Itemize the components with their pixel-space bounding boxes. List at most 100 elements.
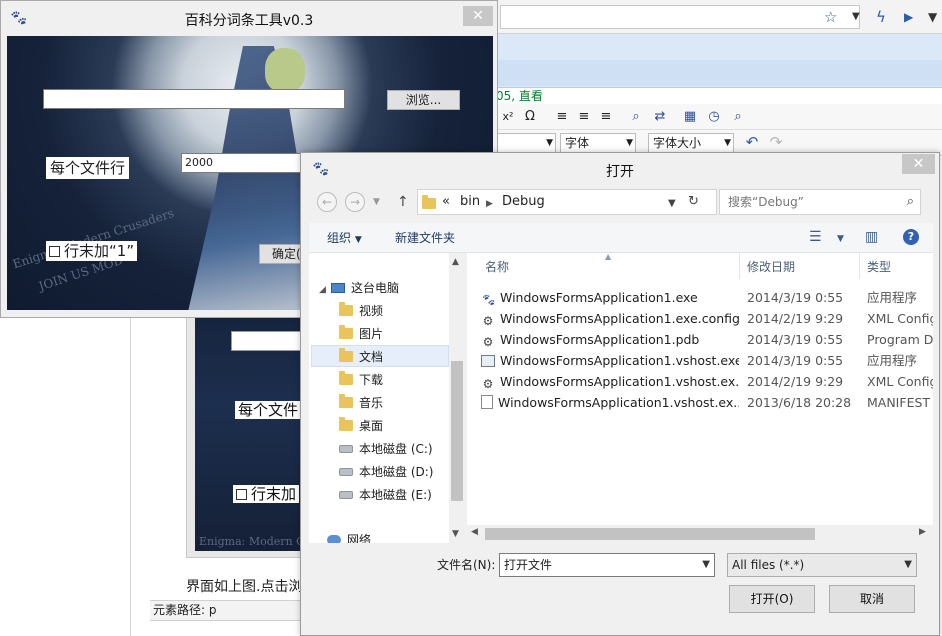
align-left-icon[interactable]: ≡ [552, 108, 572, 126]
chevron-down-icon[interactable]: ▼ [852, 8, 860, 26]
chevron-down-icon[interactable]: ▼ [702, 554, 710, 576]
help-icon[interactable]: ? [903, 229, 919, 245]
editor-link-text[interactable]: 05, 直看 [496, 87, 543, 104]
breadcrumb-overflow[interactable]: « [442, 194, 450, 210]
file-row[interactable]: ⚙ WindowsFormsApplication1.vshost.ex... 2… [481, 372, 933, 392]
address-bar[interactable] [500, 5, 860, 29]
calendar-icon[interactable]: ▦ [680, 108, 700, 126]
folder-icon [339, 371, 353, 385]
file-row[interactable]: ⚙ WindowsFormsApplication1.pdb 2014/3/19 … [481, 330, 933, 350]
column-header-type[interactable]: 类型 [867, 259, 891, 275]
nav-item-pictures[interactable]: 图片 [339, 323, 383, 345]
scroll-down-icon[interactable]: ▼ [452, 529, 459, 539]
app-title: 百科分词条工具v0.3 [184, 13, 314, 29]
address-breadcrumb[interactable]: « bin ▶ Debug ▼ ↻ [417, 189, 717, 215]
file-row[interactable]: ⚙ WindowsFormsApplication1.exe.config 201… [481, 309, 933, 329]
embedded-screenshot-image: 每个文件 行末加 Enigma: Modern Crusaders [195, 307, 305, 551]
file-date: 2014/3/19 0:55 [747, 290, 844, 305]
scroll-thumb[interactable] [485, 528, 815, 540]
nav-item-this-pc[interactable]: ◢ 这台电脑 [319, 277, 399, 299]
replace-icon[interactable]: ⇄ [650, 108, 670, 126]
preview-icon[interactable]: ⌕ [728, 108, 748, 126]
browse-button[interactable]: 浏览... [387, 90, 460, 110]
breadcrumb-bin[interactable]: bin [460, 194, 480, 210]
nav-item-network[interactable]: 网络 [327, 529, 371, 543]
forward-arrow-icon[interactable]: → [345, 192, 365, 212]
path-input[interactable] [43, 89, 345, 109]
nav-item-videos[interactable]: 视频 [339, 300, 383, 322]
line-suffix-checkbox[interactable]: 行末加“1” [46, 241, 138, 261]
recent-chevron-icon[interactable]: ▼ [373, 193, 380, 211]
file-name-cell: 🐾︎ WindowsFormsApplication1.exe [481, 288, 739, 308]
checkbox-box[interactable] [49, 246, 60, 257]
superscript-icon[interactable]: x² [498, 108, 518, 126]
open-button[interactable]: 打开(O) [729, 585, 815, 613]
clock-icon[interactable]: ◷ [704, 108, 724, 126]
folder-icon [339, 417, 353, 431]
view-options-icon[interactable]: ☰ [809, 229, 822, 245]
star-icon[interactable]: ☆ [824, 8, 837, 26]
omega-icon[interactable]: Ω [520, 108, 540, 126]
redo-icon[interactable]: ↷ [766, 133, 786, 151]
chevron-down-icon[interactable]: ▼ [928, 8, 937, 26]
new-folder-button[interactable]: 新建文件夹 [395, 230, 455, 246]
column-header-date[interactable]: 修改日期 [747, 259, 795, 275]
navigation-scrollbar[interactable]: ▲ ▼ [449, 253, 465, 543]
file-type: 应用程序 [867, 290, 918, 305]
chevron-down-icon[interactable]: ▼ [668, 196, 676, 212]
play-icon[interactable]: ▶ [904, 8, 913, 26]
scroll-thumb[interactable] [451, 361, 463, 501]
lines-per-file-input[interactable]: 2000 [181, 153, 301, 173]
nav-item-drive-e[interactable]: 本地磁盘 (E:) [339, 484, 432, 506]
file-type: XML Config [867, 374, 933, 389]
chevron-down-icon[interactable]: ▼ [837, 231, 844, 247]
nav-item-label: 图片 [359, 327, 384, 341]
folder-icon-shape [422, 195, 436, 209]
align-center-icon[interactable]: ≡ [574, 108, 594, 126]
file-row[interactable]: WindowsFormsApplication1.vshost.exe 2014… [481, 351, 933, 371]
paragraph-select[interactable]: ▼ [496, 133, 556, 153]
nav-item-drive-d[interactable]: 本地磁盘 (D:) [339, 461, 433, 483]
breadcrumb-debug[interactable]: Debug [502, 194, 545, 210]
nav-item-drive-c[interactable]: 本地磁盘 (C:) [339, 438, 433, 460]
find-icon[interactable]: ⌕ [626, 108, 646, 126]
scroll-right-icon[interactable]: ▶ [919, 527, 926, 537]
scroll-left-icon[interactable]: ◀ [471, 527, 478, 537]
up-arrow-icon[interactable]: ↑ [397, 193, 409, 211]
sort-ascending-icon: ▲ [605, 253, 612, 261]
scroll-up-icon[interactable]: ▲ [452, 257, 459, 267]
preview-pane-icon[interactable]: ▥ [865, 229, 878, 245]
nav-item-desktop[interactable]: 桌面 [339, 415, 383, 437]
app-close-button[interactable]: ✕ [463, 6, 493, 26]
font-size-select[interactable]: 字体大小 ▼ [648, 133, 734, 153]
align-right-icon[interactable]: ≡ [596, 108, 616, 126]
filename-value: 打开文件 [504, 558, 553, 572]
file-type: Program De [867, 332, 933, 347]
column-separator[interactable] [739, 253, 740, 279]
chevron-down-icon: ▼ [546, 138, 553, 148]
organize-menu[interactable]: 组织 ▼ [327, 230, 362, 248]
nav-item-documents[interactable]: 文档 [311, 345, 449, 367]
font-family-select[interactable]: 字体 ▼ [560, 133, 636, 153]
cancel-button[interactable]: 取消 [829, 585, 915, 613]
search-icon: ⌕ [906, 194, 914, 209]
dialog-close-button[interactable]: ✕ [902, 154, 935, 174]
horizontal-scrollbar[interactable]: ◀ ▶ [467, 525, 933, 543]
navigation-pane: ◢ 这台电脑 视频 图片 文档 下载 音乐 桌面 本地磁盘 (C:) 本地磁盘 (… [309, 253, 465, 543]
file-name: WindowsFormsApplication1.pdb [500, 332, 700, 347]
file-row[interactable]: 🐾︎ WindowsFormsApplication1.exe 2014/3/19… [481, 288, 933, 308]
file-type-filter[interactable]: All files (*.*) ▼ [727, 553, 917, 577]
font-family-value: 字体 [565, 136, 590, 150]
file-row[interactable]: WindowsFormsApplication1.vshost.ex... 20… [481, 393, 933, 413]
column-separator[interactable] [859, 253, 860, 279]
filename-input[interactable]: 打开文件 ▼ [499, 553, 715, 577]
undo-icon[interactable]: ↶ [742, 133, 762, 151]
search-input[interactable]: 搜索“Debug” ⌕ [719, 189, 921, 215]
back-arrow-icon[interactable]: ← [317, 192, 337, 212]
lightning-icon[interactable]: ϟ [876, 8, 886, 26]
column-header-name[interactable]: 名称 [485, 259, 509, 275]
nav-item-downloads[interactable]: 下载 [339, 369, 383, 391]
tree-expand-icon[interactable]: ◢ [319, 279, 331, 301]
refresh-icon[interactable]: ↻ [688, 194, 699, 210]
nav-item-music[interactable]: 音乐 [339, 392, 383, 414]
